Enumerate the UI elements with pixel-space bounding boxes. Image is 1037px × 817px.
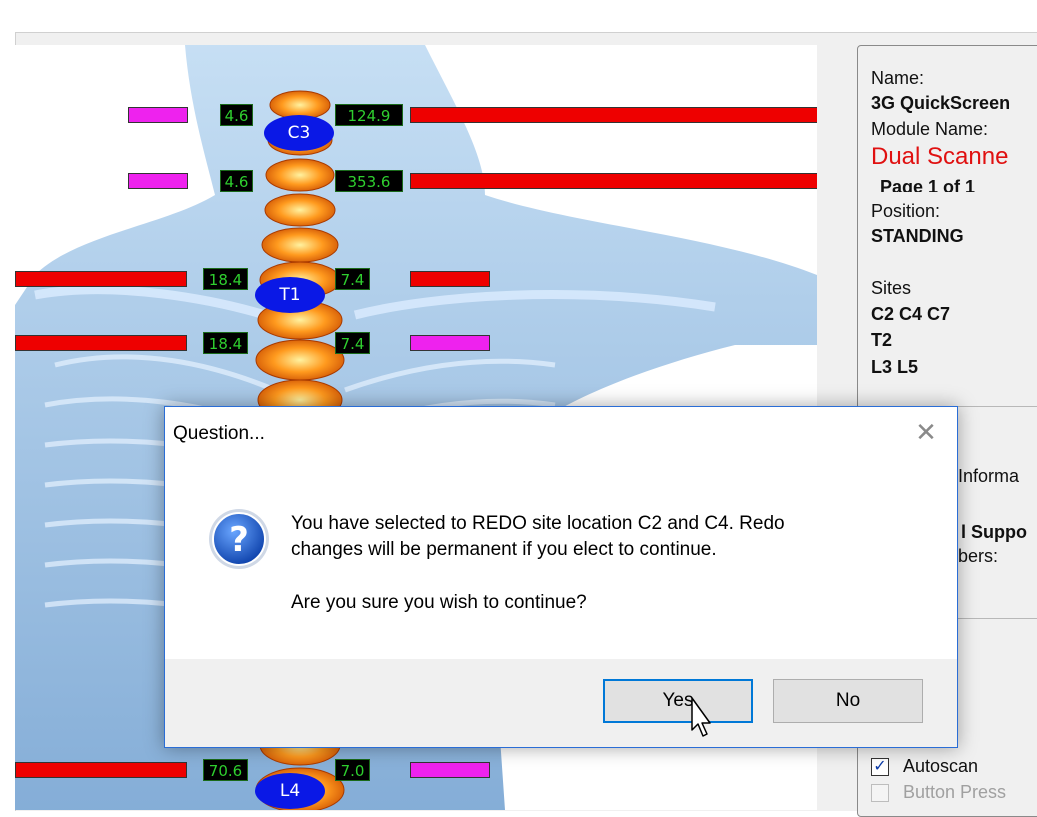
- mouse-cursor-icon: [691, 697, 711, 737]
- dialog-title: Question...: [173, 423, 265, 444]
- dialog-question: Are you sure you wish to continue?: [291, 592, 587, 613]
- dialog-message-line-2: changes will be permanent if you elect t…: [291, 539, 717, 560]
- button-press-label: Button Press: [903, 782, 1007, 802]
- info-section-header: Informa: [958, 466, 1020, 486]
- question-icon: ?: [209, 509, 269, 569]
- module-label: Module Name:: [871, 119, 989, 139]
- right-reading-bar: [410, 107, 817, 123]
- left-reading-bar: [15, 271, 187, 287]
- yes-button[interactable]: Yes: [603, 679, 753, 723]
- left-reading-value: 70.6: [203, 759, 248, 781]
- right-reading-value: 353.6: [335, 170, 403, 192]
- left-reading-value: 18.4: [203, 332, 248, 354]
- button-press-checkbox[interactable]: [871, 784, 889, 802]
- left-reading-value: 4.6: [220, 104, 253, 126]
- left-reading-bar: [15, 335, 187, 351]
- right-reading-value: 7.4: [335, 332, 370, 354]
- right-reading-bar: [410, 271, 490, 287]
- dialog-button-bar: Yes No: [165, 659, 957, 747]
- name-label: Name:: [871, 68, 925, 88]
- vertebra-label[interactable]: T1: [255, 277, 325, 313]
- support-label: l Suppo: [961, 522, 1027, 542]
- module-value: Dual Scanne: [871, 143, 1009, 170]
- members-label: bers:: [958, 546, 999, 566]
- position-label: Position:: [871, 201, 941, 221]
- close-icon[interactable]: ✕: [911, 417, 941, 447]
- sites-line-1: C2 C4 C7: [871, 304, 951, 324]
- left-reading-bar: [128, 173, 188, 189]
- right-reading-value: 124.9: [335, 104, 403, 126]
- name-value: 3G QuickScreen: [871, 93, 1011, 113]
- left-reading-bar: [128, 107, 188, 123]
- page-indicator: Page 1 of 1: [880, 177, 976, 192]
- right-reading-bar: [410, 762, 490, 778]
- left-reading-value: 18.4: [203, 268, 248, 290]
- question-dialog: Question... ✕ ? You have selected to RED…: [164, 406, 958, 748]
- vertebra-label[interactable]: C3: [264, 115, 334, 151]
- dialog-message-line-1: You have selected to REDO site location …: [291, 513, 785, 534]
- sites-label: Sites: [871, 278, 912, 298]
- right-reading-bar: [410, 335, 490, 351]
- position-value: STANDING: [871, 226, 964, 246]
- sites-line-2: T2: [871, 330, 893, 350]
- autoscan-label: Autoscan: [903, 756, 979, 776]
- autoscan-checkbox[interactable]: ✓: [871, 758, 889, 776]
- dialog-message: You have selected to REDO site location …: [291, 511, 785, 563]
- left-reading-bar: [15, 762, 187, 778]
- right-reading-bar: [410, 173, 817, 189]
- left-reading-value: 4.6: [220, 170, 253, 192]
- right-reading-value: 7.0: [335, 759, 370, 781]
- vertebra-label[interactable]: L4: [255, 773, 325, 809]
- right-reading-value: 7.4: [335, 268, 370, 290]
- svg-text:?: ?: [229, 520, 249, 560]
- sites-line-3: L3 L5: [871, 357, 919, 377]
- no-button[interactable]: No: [773, 679, 923, 723]
